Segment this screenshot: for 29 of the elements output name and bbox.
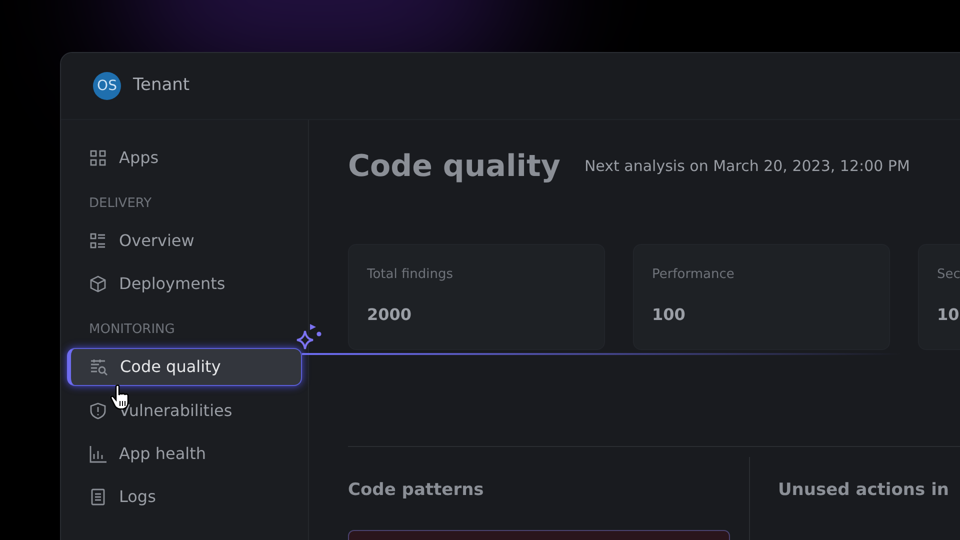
section-heading: DELIVERY: [89, 194, 152, 212]
grid-icon: [89, 148, 107, 166]
shield-icon: [89, 402, 107, 420]
box-icon: [89, 274, 107, 292]
avatar: OS: [93, 72, 121, 100]
nav-item[interactable]: Overview: [69, 219, 300, 262]
section-title: Unused actions in: [778, 480, 949, 500]
nav-item[interactable]: Deployments: [69, 262, 300, 305]
search-list-icon: [90, 358, 108, 376]
nav-item[interactable]: Apps: [69, 136, 300, 179]
nav-item[interactable]: Logs: [69, 475, 300, 518]
chart-icon: [89, 444, 107, 462]
stat-value: 100: [652, 304, 686, 326]
stat-value: 10: [937, 304, 960, 326]
nav-item[interactable]: Code quality: [67, 348, 302, 386]
stat-label: Total findings: [367, 266, 454, 284]
next-analysis-text: Next analysis on March 20, 2023, 12:00 PM: [584, 156, 910, 178]
doc-icon: [89, 488, 107, 506]
nav-item[interactable]: App health: [69, 432, 300, 475]
stat-value: 2000: [367, 304, 412, 326]
sparkle-icon: [295, 323, 323, 351]
stat-label: Sec: [937, 266, 960, 284]
nav-item[interactable]: Vulnerabilities: [69, 389, 300, 432]
section-heading: MONITORING: [89, 320, 175, 338]
stat-label: Performance: [652, 266, 734, 284]
section-title: Code patterns: [348, 480, 484, 500]
tenant-name: Tenant: [133, 74, 190, 98]
list-icon: [89, 232, 107, 250]
page-title: Code quality: [348, 148, 560, 186]
